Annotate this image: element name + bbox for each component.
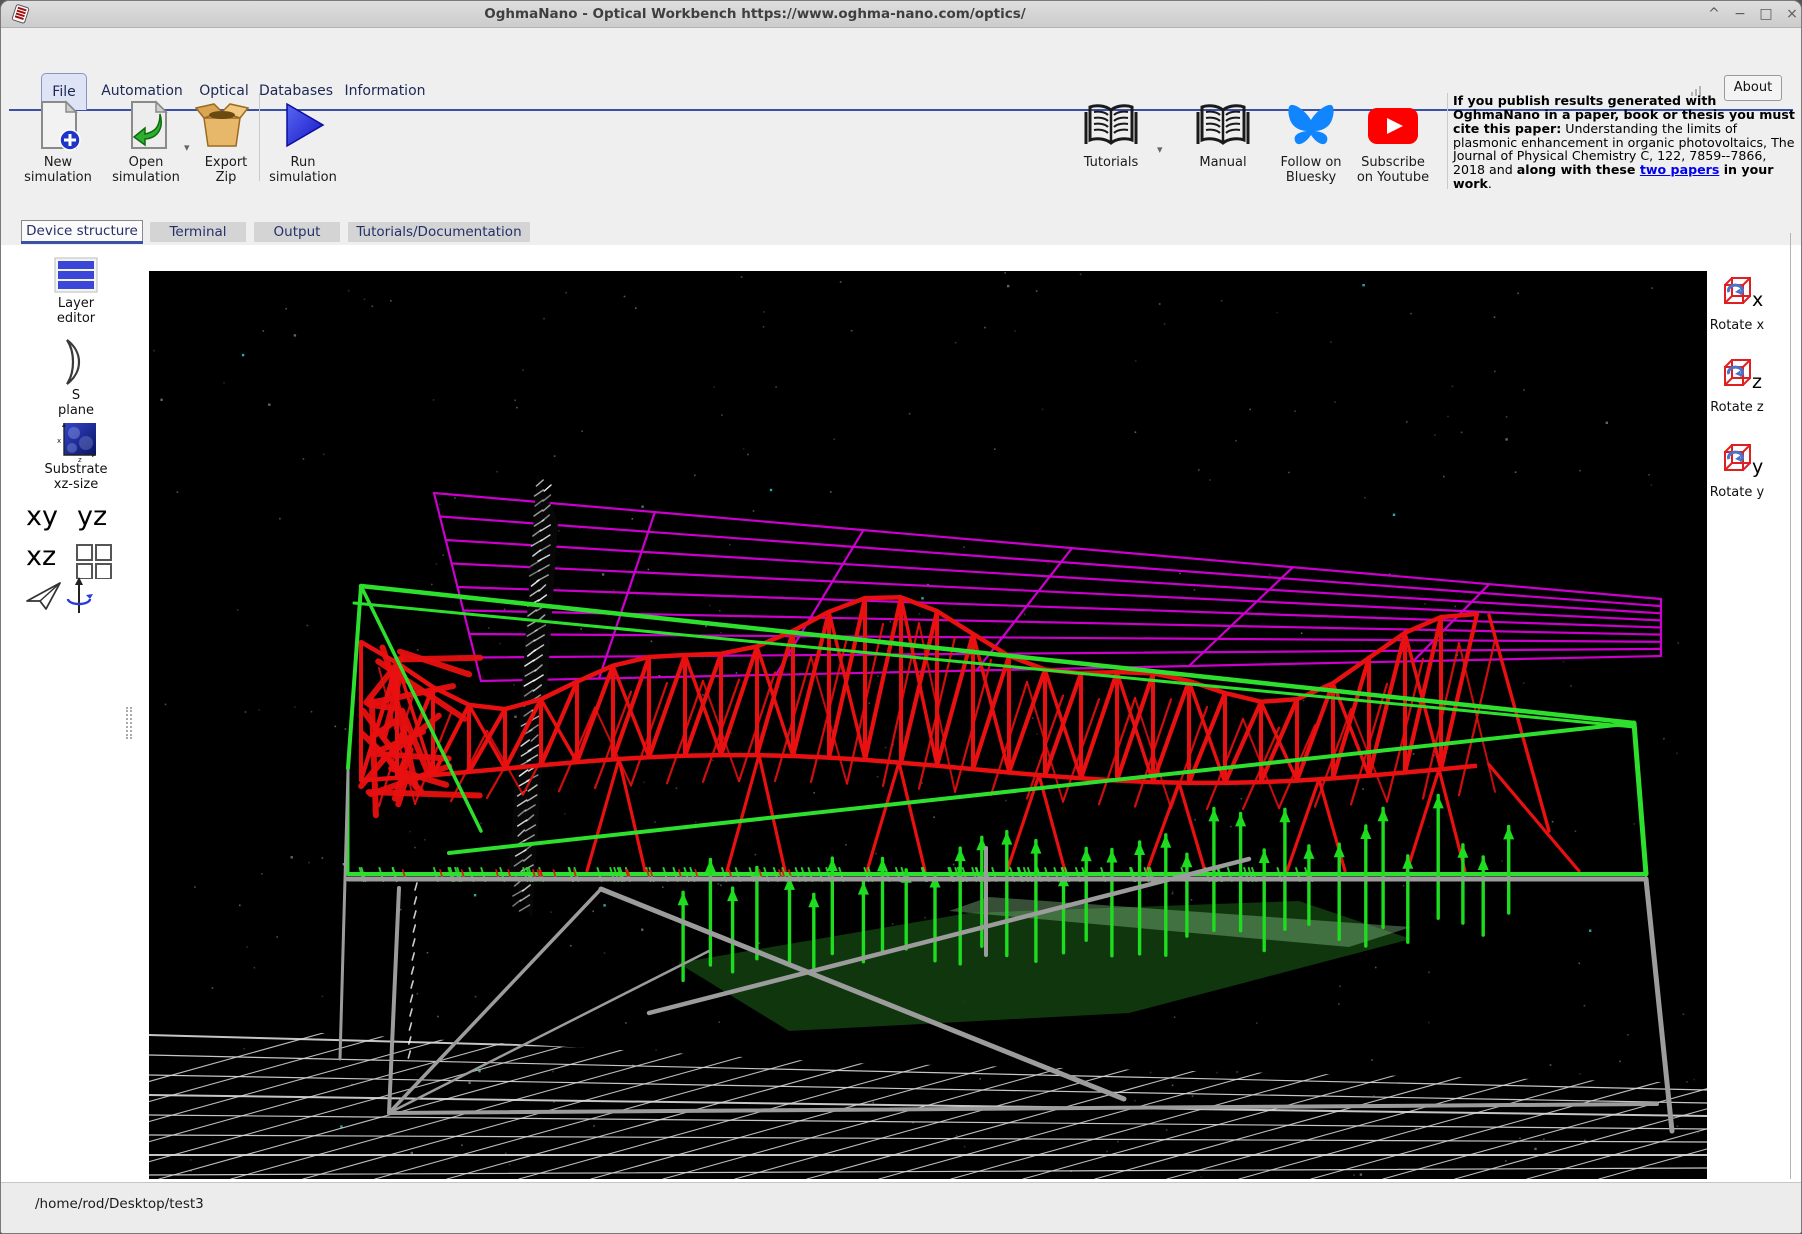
fly-camera-button[interactable] (25, 579, 63, 617)
orbit-camera-button[interactable] (65, 575, 93, 621)
rotate-y-cube-icon (1722, 442, 1754, 474)
rotate-x-button[interactable] (1722, 275, 1754, 311)
rotate-y-axis-letter: y (1752, 456, 1763, 478)
tab-device-structure[interactable]: Device structure (21, 220, 143, 241)
rotate-x-label: Rotate x (1707, 319, 1767, 334)
tab-output[interactable]: Output (254, 222, 340, 242)
open-simulation-label: Open simulation (106, 155, 186, 186)
run-simulation-button[interactable]: Run simulation (263, 97, 343, 186)
app-window: OghmaNano - Optical Workbench https://ww… (0, 0, 1802, 1234)
shade-button[interactable]: ^ (1703, 4, 1725, 24)
bluesky-button[interactable]: Follow on Bluesky (1268, 97, 1354, 186)
new-simulation-label: New simulation (18, 155, 98, 186)
layer-editor-button[interactable] (54, 257, 98, 297)
manual-button[interactable]: Manual (1183, 97, 1263, 170)
view-xz-button[interactable]: xz (26, 543, 56, 570)
tab-tutorials-documentation[interactable]: Tutorials/Documentation (348, 222, 530, 242)
window-title: OghmaNano - Optical Workbench https://ww… (484, 6, 1025, 22)
tab-terminal[interactable]: Terminal (150, 222, 246, 242)
citation-text: If you publish results generated with Og… (1453, 94, 1797, 191)
citation-separator (1447, 93, 1448, 189)
close-button[interactable]: × (1781, 4, 1802, 24)
export-zip-label: Export Zip (201, 155, 251, 186)
rotate-z-axis-letter: z (1752, 371, 1762, 393)
current-path: /home/rod/Desktop/test3 (35, 1196, 204, 1212)
svg-text:x: x (57, 437, 61, 445)
substrate-xz-size-icon: xz (56, 421, 98, 463)
maximize-button[interactable]: □ (1755, 4, 1777, 24)
rotate-x-cube-icon (1722, 275, 1754, 307)
orbit-rotate-icon (65, 575, 93, 617)
screen: OghmaNano - Optical Workbench https://ww… (0, 0, 1802, 1234)
s-plane-button[interactable] (59, 337, 91, 391)
tutorials-book-icon (1071, 97, 1151, 155)
bluesky-butterfly-icon (1268, 97, 1354, 155)
run-simulation-icon (263, 97, 343, 155)
minimize-button[interactable]: − (1729, 4, 1751, 24)
open-simulation-button[interactable]: Open simulation (106, 97, 186, 186)
menu-bar: File Automation Optical Databases Inform… (1, 28, 1801, 84)
open-simulation-dropdown-icon[interactable]: ▾ (184, 141, 190, 154)
rotate-y-button[interactable] (1722, 442, 1754, 478)
rotate-z-cube-icon (1722, 357, 1754, 389)
status-bar: /home/rod/Desktop/test3 (1, 1182, 1801, 1234)
two-papers-link[interactable]: two papers (1640, 162, 1719, 177)
rotate-y-label: Rotate y (1707, 486, 1767, 501)
grid-2x2-icon (75, 543, 113, 579)
tab-active-underline (21, 241, 143, 244)
view-xy-button[interactable]: xy (26, 503, 58, 530)
viewport-3d[interactable] (149, 271, 1707, 1179)
tutorials-dropdown-icon[interactable]: ▾ (1157, 143, 1163, 156)
substrate-xz-size-button[interactable]: xz (56, 421, 98, 467)
layer-editor-icon (54, 257, 98, 293)
youtube-label: Subscribe on Youtube (1351, 155, 1435, 186)
run-simulation-label: Run simulation (263, 155, 343, 186)
layer-editor-label: Layer editor (46, 297, 106, 327)
s-plane-label: S plane (56, 389, 96, 419)
scene-canvas (149, 271, 1707, 1179)
paper-plane-icon (25, 579, 63, 613)
bluesky-label: Follow on Bluesky (1268, 155, 1354, 186)
right-panel-edge (1790, 233, 1791, 1179)
app-logo-icon (11, 4, 31, 24)
rotate-x-axis-letter: x (1752, 289, 1763, 311)
substrate-xz-size-label: Substrate xz-size (41, 463, 111, 493)
toolbar-separator (259, 93, 260, 181)
new-simulation-button[interactable]: New simulation (18, 97, 98, 186)
export-zip-icon (193, 97, 251, 155)
open-simulation-icon (106, 97, 186, 155)
manual-label: Manual (1183, 155, 1263, 170)
rotate-z-label: Rotate z (1707, 401, 1767, 416)
menu-information[interactable]: Information (341, 73, 429, 110)
view-yz-button[interactable]: yz (77, 503, 107, 530)
export-zip-button[interactable]: Export Zip (201, 97, 251, 186)
citation-period: . (1488, 176, 1492, 191)
citation-bold-mid: along with these (1517, 162, 1640, 177)
s-plane-icon (59, 337, 91, 387)
tutorials-label: Tutorials (1071, 155, 1151, 170)
youtube-icon (1351, 97, 1435, 155)
panel-splitter[interactable] (126, 707, 132, 739)
new-simulation-icon (18, 97, 98, 155)
manual-book-icon (1183, 97, 1263, 155)
youtube-button[interactable]: Subscribe on Youtube (1351, 97, 1435, 186)
tutorials-button[interactable]: Tutorials (1071, 97, 1151, 170)
rotate-z-button[interactable] (1722, 357, 1754, 393)
titlebar: OghmaNano - Optical Workbench https://ww… (1, 1, 1801, 28)
